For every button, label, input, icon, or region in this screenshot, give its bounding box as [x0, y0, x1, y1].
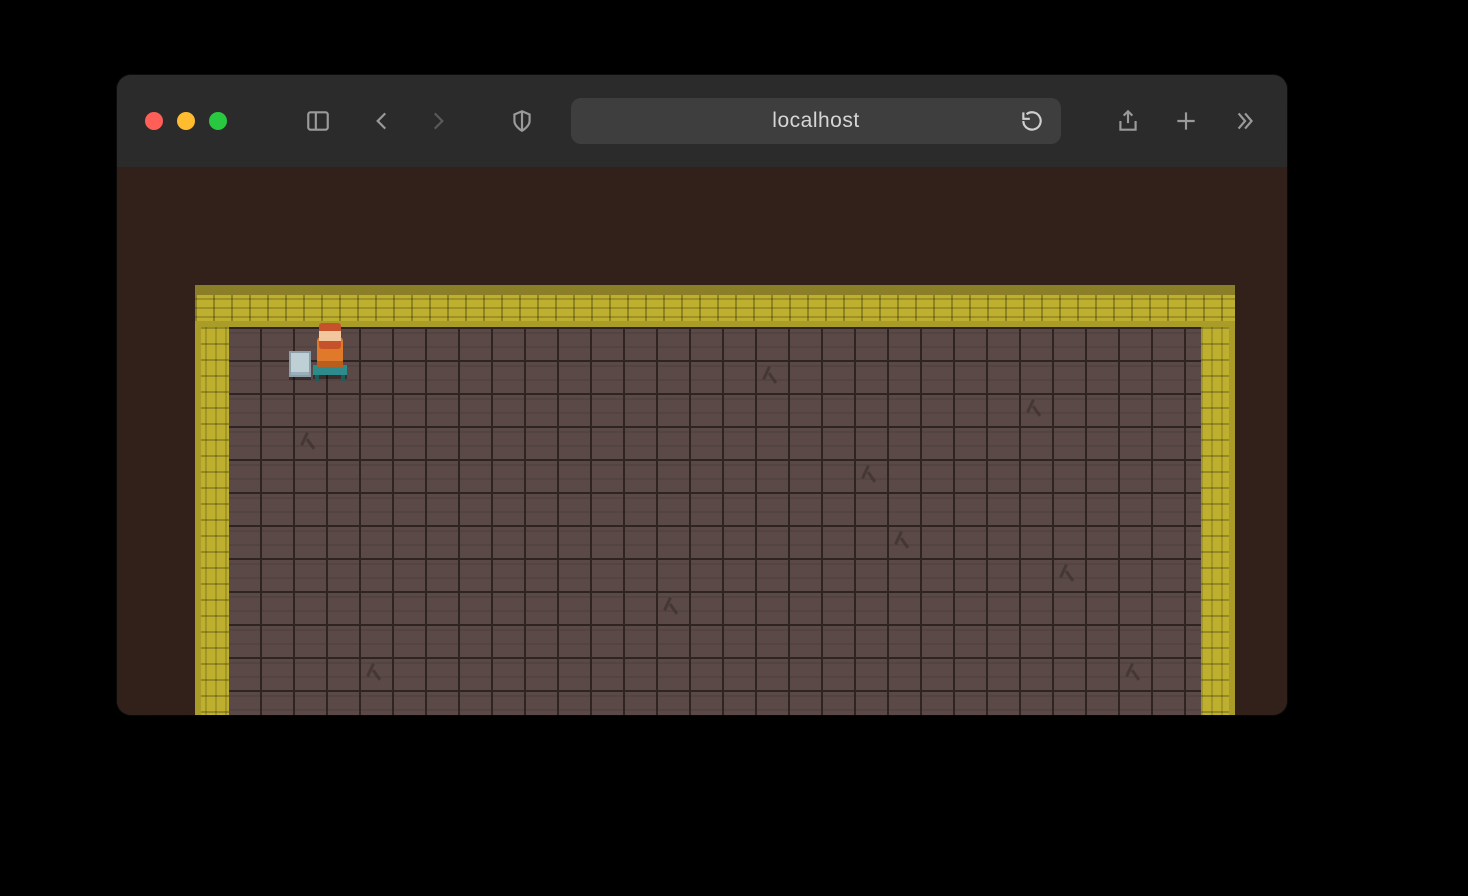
floor-crack	[1025, 397, 1049, 421]
player-beard	[319, 341, 341, 349]
forward-button[interactable]	[423, 106, 453, 136]
reload-icon	[1019, 108, 1045, 134]
reload-button[interactable]	[1017, 106, 1047, 136]
player-sprite[interactable]	[289, 323, 355, 377]
anvil-box	[289, 351, 311, 377]
floor-crack	[860, 463, 884, 487]
close-window-button[interactable]	[145, 112, 163, 130]
sidebar-icon	[305, 108, 331, 134]
screenshot-stage: localhost	[0, 0, 1468, 896]
floor-crack	[893, 529, 917, 553]
toolbar-right	[1113, 106, 1259, 136]
address-text: localhost	[772, 109, 859, 133]
window-controls	[145, 112, 227, 130]
share-button[interactable]	[1113, 106, 1143, 136]
address-bar[interactable]: localhost	[571, 98, 1061, 144]
floor-crack	[761, 364, 785, 388]
wall-left	[195, 285, 229, 715]
floor-crack	[1124, 661, 1148, 685]
minimize-window-button[interactable]	[177, 112, 195, 130]
new-tab-button[interactable]	[1171, 106, 1201, 136]
zoom-window-button[interactable]	[209, 112, 227, 130]
shield-icon	[509, 108, 535, 134]
chevrons-right-icon	[1231, 108, 1257, 134]
dungeon-floor	[229, 327, 1201, 715]
chevron-left-icon	[369, 108, 395, 134]
floor-crack	[365, 661, 389, 685]
share-icon	[1115, 108, 1141, 134]
floor-crack	[662, 595, 686, 619]
sidebar-toggle-button[interactable]	[303, 106, 333, 136]
safari-window: localhost	[117, 75, 1287, 715]
floor-crack	[1058, 562, 1082, 586]
floor-crack	[299, 430, 323, 454]
browser-toolbar: localhost	[117, 75, 1287, 167]
chevron-right-icon	[425, 108, 451, 134]
back-button[interactable]	[367, 106, 397, 136]
player-hair	[319, 323, 341, 331]
wall-top	[195, 285, 1235, 327]
game-canvas[interactable]	[195, 285, 1235, 715]
page-viewport	[117, 167, 1287, 715]
plus-icon	[1173, 108, 1199, 134]
tabs-overflow-button[interactable]	[1229, 106, 1259, 136]
nav-buttons	[367, 106, 453, 136]
privacy-shield-button[interactable]	[507, 106, 537, 136]
wall-right	[1201, 285, 1235, 715]
